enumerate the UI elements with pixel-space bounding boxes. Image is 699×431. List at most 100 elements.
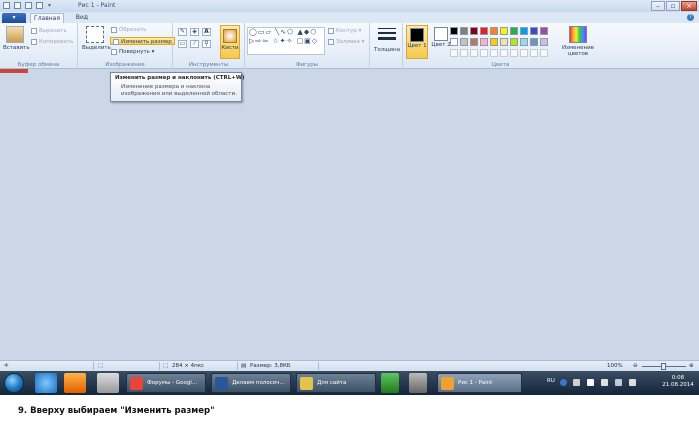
palette-swatch[interactable] — [450, 27, 458, 35]
crop-button[interactable]: Обрезать — [111, 26, 146, 34]
image-canvas[interactable] — [0, 69, 28, 73]
palette-swatch[interactable] — [540, 27, 548, 35]
palette-swatch[interactable] — [480, 38, 488, 46]
clock[interactable]: 0:08 21.08.2014 — [660, 375, 696, 389]
palette-swatch[interactable] — [530, 38, 538, 46]
fill-label: Заливка — [336, 39, 360, 45]
taskbar-task[interactable]: Для сайта — [296, 373, 376, 393]
size-button[interactable]: Толщина — [373, 26, 401, 53]
taskbar-task[interactable]: Рис 1 - Paint — [437, 373, 522, 393]
undo-icon[interactable] — [25, 2, 32, 9]
palette-swatch[interactable] — [520, 38, 528, 46]
palette-swatch[interactable] — [480, 27, 488, 35]
tab-home[interactable]: Главная — [30, 13, 64, 23]
tab-view[interactable]: Вид — [68, 13, 96, 23]
edit-colors-icon — [569, 26, 587, 43]
palette-swatch[interactable] — [470, 38, 478, 46]
network-icon[interactable] — [615, 379, 622, 386]
paste-button[interactable]: Вставить — [3, 26, 30, 51]
tray-app-icon[interactable] — [573, 379, 580, 386]
crop-label: Обрезать — [119, 27, 147, 33]
palette-swatch[interactable] — [500, 38, 508, 46]
pinned-app-icon[interactable] — [409, 373, 427, 393]
palette-swatch[interactable] — [450, 38, 458, 46]
action-center-icon[interactable] — [587, 379, 594, 386]
palette-swatch[interactable] — [460, 38, 468, 46]
image-group: Выделить Обрезать Изменить размер Поверн… — [78, 23, 175, 69]
save-icon[interactable] — [14, 2, 21, 9]
pinned-app-icon[interactable] — [97, 373, 119, 393]
palette-swatch[interactable] — [520, 27, 528, 35]
copy-button[interactable]: Копировать — [31, 38, 73, 46]
color-picker-icon[interactable]: ⁄ — [190, 40, 199, 48]
palette-swatch[interactable] — [490, 38, 498, 46]
color1-button[interactable]: Цвет 1 — [406, 25, 428, 59]
qat-dropdown-icon[interactable]: ▾ — [48, 2, 53, 9]
maximize-button[interactable]: ▫ — [666, 1, 680, 11]
minimize-button[interactable]: – — [651, 1, 665, 11]
palette-swatch[interactable] — [470, 27, 478, 35]
palette-swatch[interactable] — [540, 38, 548, 46]
pencil-icon[interactable]: ✎ — [178, 28, 187, 36]
language-indicator[interactable]: RU — [547, 378, 555, 384]
custom-color-slot[interactable] — [490, 49, 498, 57]
custom-color-slot[interactable] — [470, 49, 478, 57]
custom-color-slot[interactable] — [500, 49, 508, 57]
file-size-icon: ▤ — [241, 363, 247, 369]
palette-swatch[interactable] — [530, 27, 538, 35]
text-tool-icon[interactable]: A — [202, 28, 211, 36]
palette-swatch[interactable] — [490, 27, 498, 35]
zoom-slider-thumb[interactable] — [661, 363, 666, 370]
custom-color-slot[interactable] — [460, 49, 468, 57]
taskbar-task[interactable]: Делаем полосоч... — [211, 373, 291, 393]
select-button[interactable]: Выделить — [82, 26, 111, 51]
custom-color-slot[interactable] — [510, 49, 518, 57]
title-bar: ▾ Рис 1 - Paint – ▫ × — [0, 0, 699, 12]
color2-swatch — [434, 27, 448, 41]
close-button[interactable]: × — [681, 1, 697, 11]
file-menu-button[interactable]: ▾ — [2, 13, 26, 23]
custom-color-slot[interactable] — [450, 49, 458, 57]
resize-button[interactable]: Изменить размер — [110, 37, 175, 45]
brushes-button[interactable]: Кисти — [220, 25, 240, 59]
fill-bucket-icon[interactable]: ◈ — [190, 28, 199, 36]
paint-app-icon[interactable] — [3, 2, 10, 9]
paste-icon — [6, 26, 24, 43]
custom-color-slot[interactable] — [520, 49, 528, 57]
taskbar-task[interactable]: Форумы - Googl... — [126, 373, 206, 393]
help-tray-icon[interactable] — [560, 379, 567, 386]
cut-button[interactable]: Вырезать — [31, 27, 67, 35]
magnifier-icon[interactable]: ⚲ — [202, 40, 211, 48]
custom-color-slot[interactable] — [480, 49, 488, 57]
colors-group-label: Цвета — [491, 62, 510, 68]
zoom-in-button[interactable]: ⊕ — [689, 361, 694, 371]
palette-swatch[interactable] — [510, 27, 518, 35]
eraser-icon[interactable]: ▭ — [178, 40, 187, 48]
internet-explorer-icon[interactable] — [35, 373, 57, 393]
start-button[interactable] — [4, 373, 24, 393]
flag-icon[interactable] — [601, 379, 608, 386]
color2-button[interactable]: Цвет 2 — [430, 25, 452, 59]
color1-label: Цвет 1 — [407, 43, 427, 49]
custom-color-slot[interactable] — [530, 49, 538, 57]
shapes-gallery[interactable]: ◯▭▱ ╲∿⬠ ▲◆⬡ ▷⇨⇦ ☆✦✧ ▢▣◇ — [247, 27, 325, 55]
tooltip-description: Изменение размера и наклона изображения … — [121, 84, 237, 97]
outline-button[interactable]: Контур ▾ — [328, 27, 361, 35]
redo-icon[interactable] — [36, 2, 43, 9]
canvas-workspace[interactable] — [0, 69, 699, 360]
media-player-icon[interactable] — [64, 373, 86, 393]
palette-swatch[interactable] — [460, 27, 468, 35]
help-icon[interactable]: ? — [687, 14, 694, 21]
zoom-out-button[interactable]: ⊖ — [633, 361, 638, 371]
task-label: Делаем полосоч... — [232, 380, 285, 386]
volume-icon[interactable] — [629, 379, 636, 386]
cut-label: Вырезать — [39, 28, 67, 34]
palette-swatch[interactable] — [510, 38, 518, 46]
pinned-app-icon[interactable] — [381, 373, 399, 393]
shapes-group: ◯▭▱ ╲∿⬠ ▲◆⬡ ▷⇨⇦ ☆✦✧ ▢▣◇ Контур ▾ Заливка… — [245, 23, 370, 69]
palette-swatch[interactable] — [500, 27, 508, 35]
fill-button[interactable]: Заливка ▾ — [328, 38, 364, 46]
rotate-button[interactable]: Повернуть ▾ — [111, 48, 154, 56]
custom-color-slot[interactable] — [540, 49, 548, 57]
edit-colors-button[interactable]: Изменение цветов — [558, 26, 598, 57]
